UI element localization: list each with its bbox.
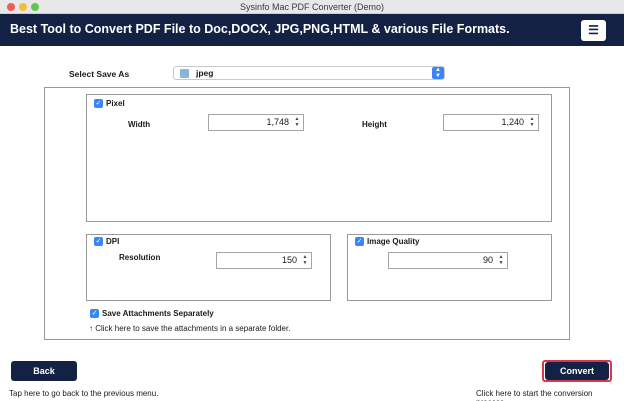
minimize-window-icon[interactable] <box>19 3 27 11</box>
resolution-label: Resolution <box>119 253 161 262</box>
save-as-value: jpeg <box>196 68 214 78</box>
stepper-arrows-icon[interactable]: ▲ ▼ <box>496 254 506 267</box>
zoom-window-icon[interactable] <box>31 3 39 11</box>
save-attachments-checkbox[interactable]: ✓ <box>90 309 99 318</box>
save-attachments-label: Save Attachments Separately <box>102 309 214 318</box>
attachments-hint: ↑ Click here to save the attachments in … <box>89 324 291 333</box>
window-titlebar: Sysinfo Mac PDF Converter (Demo) <box>0 0 624 14</box>
stepper-arrows-icon[interactable]: ▲ ▼ <box>292 116 302 129</box>
convert-hint: Click here to start the conversion proce… <box>476 389 593 401</box>
banner-headline: Best Tool to Convert PDF File to Doc,DOC… <box>10 22 510 36</box>
width-stepper[interactable]: 1,748 ▲ ▼ <box>208 114 304 131</box>
back-hint: Tap here to go back to the previous menu… <box>9 389 159 398</box>
image-quality-label: Image Quality <box>367 237 420 246</box>
back-button[interactable]: Back <box>11 361 77 381</box>
menu-button[interactable]: ☰ <box>581 20 606 41</box>
height-label: Height <box>362 120 387 129</box>
save-as-dropdown[interactable]: jpeg ▲ ▼ <box>173 66 445 80</box>
select-save-as-label: Select Save As <box>69 69 130 79</box>
window-title: Sysinfo Mac PDF Converter (Demo) <box>239 2 385 12</box>
dpi-checkbox[interactable]: ✓ <box>94 237 103 246</box>
width-value: 1,748 <box>266 117 289 127</box>
stepper-arrows-icon[interactable]: ▲ ▼ <box>300 254 310 267</box>
pixel-label: Pixel <box>106 99 125 108</box>
width-label: Width <box>128 120 151 129</box>
header-banner: Best Tool to Convert PDF File to Doc,DOC… <box>0 14 624 46</box>
height-stepper[interactable]: 1,240 ▲ ▼ <box>443 114 539 131</box>
image-quality-stepper[interactable]: 90 ▲ ▼ <box>388 252 508 269</box>
resolution-value: 150 <box>281 255 297 265</box>
image-quality-value: 90 <box>482 255 493 265</box>
image-file-icon <box>180 69 189 78</box>
height-value: 1,240 <box>501 117 524 127</box>
hamburger-icon: ☰ <box>588 23 599 37</box>
dpi-label: DPI <box>106 237 120 246</box>
chevron-updown-icon[interactable]: ▲ ▼ <box>432 67 444 79</box>
close-window-icon[interactable] <box>7 3 15 11</box>
pixel-checkbox[interactable]: ✓ <box>94 99 103 108</box>
convert-button[interactable]: Convert <box>545 362 609 380</box>
stepper-arrows-icon[interactable]: ▲ ▼ <box>527 116 537 129</box>
image-quality-checkbox[interactable]: ✓ <box>355 237 364 246</box>
resolution-stepper[interactable]: 150 ▲ ▼ <box>216 252 312 269</box>
